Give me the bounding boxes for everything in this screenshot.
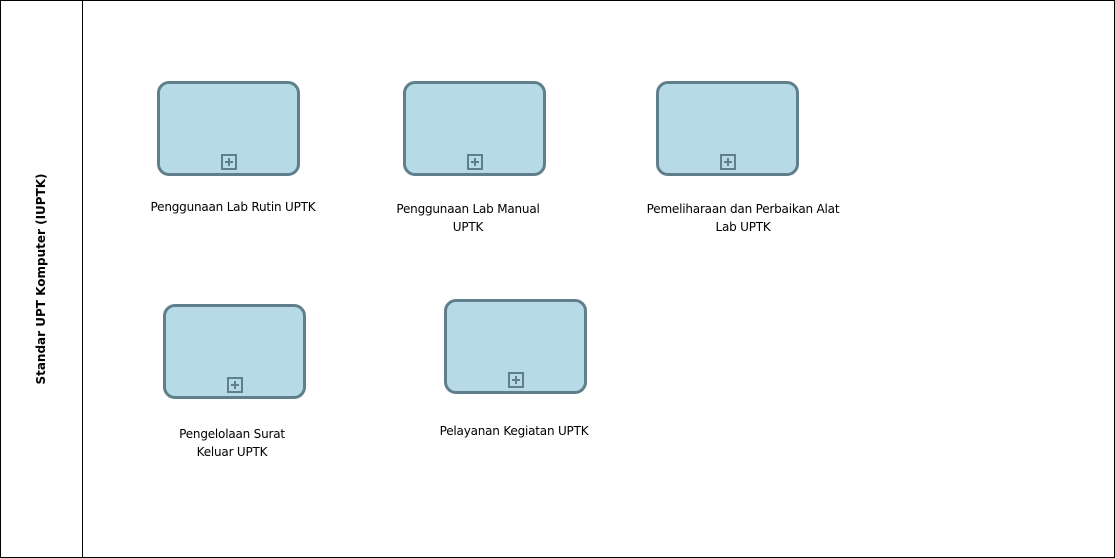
task-penggunaan-lab-rutin[interactable] [157,81,300,176]
subprocess-plus-icon[interactable] [220,154,237,170]
task-label: Pelayanan Kegiatan UPTK [439,424,589,438]
lane-header: Standar UPT Komputer (IUPTK) [1,1,83,557]
subprocess-plus-icon[interactable] [719,154,736,170]
task-label: Pemeliharaan dan Perbaikan Alat Lab UPTK [646,202,840,234]
subprocess-plus-icon[interactable] [466,154,483,170]
task-pelayanan-kegiatan[interactable] [444,299,587,394]
task-penggunaan-lab-manual[interactable] [403,81,546,176]
task-label: Penggunaan Lab Manual UPTK [396,202,540,234]
subprocess-plus-icon[interactable] [507,372,524,388]
lane-title: Standar UPT Komputer (IUPTK) [34,173,48,385]
subprocess-plus-icon[interactable] [226,377,243,393]
task-label: Penggunaan Lab Rutin UPTK [150,200,316,214]
task-pengelolaan-surat-keluar[interactable] [163,304,306,399]
task-label: Pengelolaan Surat Keluar UPTK [179,427,285,459]
task-pemeliharaan-perbaikan[interactable] [656,81,799,176]
